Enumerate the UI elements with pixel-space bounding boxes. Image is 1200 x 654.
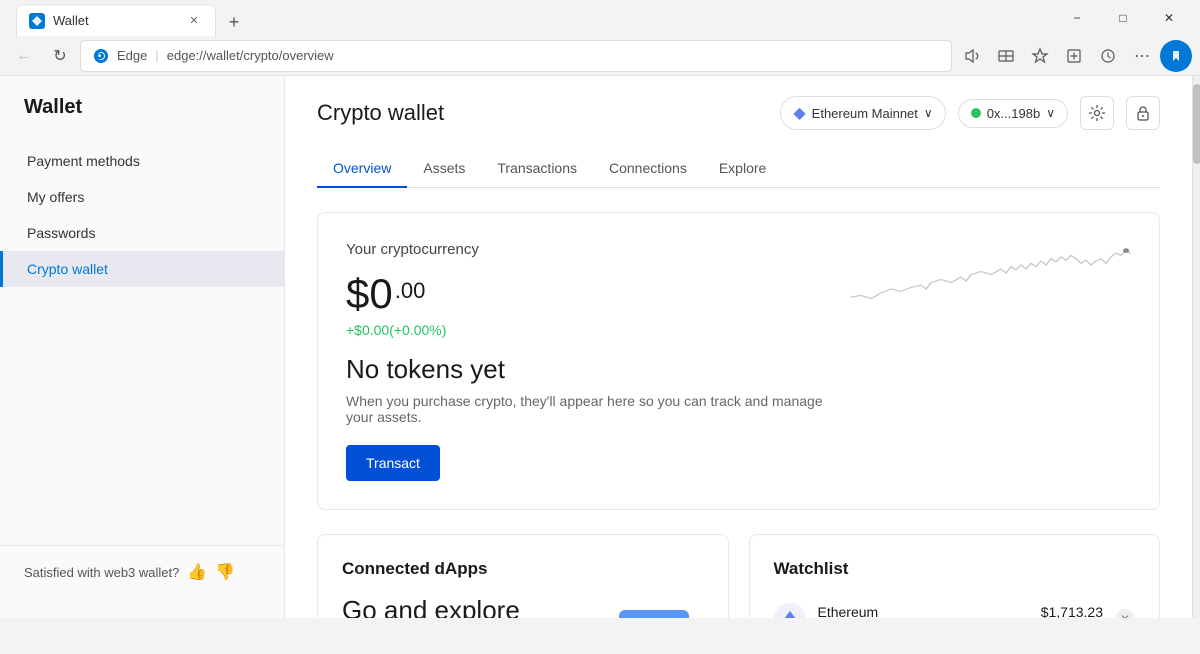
eth-remove-button[interactable]: ✕ [1115, 609, 1135, 618]
tab-title: Wallet [53, 13, 177, 28]
price-chart [851, 241, 1131, 341]
back-button[interactable]: ← [8, 40, 40, 72]
address-chevron-icon: ∨ [1046, 106, 1055, 120]
wallet-settings-button[interactable] [1080, 96, 1114, 130]
sidebar-item-my-offers[interactable]: My offers [0, 179, 284, 215]
wallet-header-right: ◆ Ethereum Mainnet ∨ 0x...198b ∨ [780, 96, 1160, 130]
browser-chrome: Wallet ✕ + − □ ✕ ← ↻ Edge | edge://walle… [0, 0, 1200, 76]
feedback-text: Satisfied with web3 wallet? 👍 👎 [24, 562, 260, 582]
wallet-address-label: 0x...198b [987, 106, 1041, 121]
watchlist-item-eth: Ethereum ETH $1,713.23 +2.98% ✕ [774, 595, 1136, 618]
no-tokens-description: When you purchase crypto, they'll appear… [346, 393, 831, 425]
network-chevron-icon: ∨ [924, 106, 933, 120]
network-label: Ethereum Mainnet [812, 106, 918, 121]
scrollbar-thumb[interactable] [1193, 84, 1200, 164]
sidebar-feedback: Satisfied with web3 wallet? 👍 👎 [0, 545, 284, 598]
new-tab-button[interactable]: + [220, 8, 248, 36]
read-aloud-icon[interactable] [956, 40, 988, 72]
content-area: Crypto wallet ◆ Ethereum Mainnet ∨ 0x...… [285, 76, 1192, 618]
refresh-button[interactable]: ↻ [44, 40, 76, 72]
eth-coin-icon [774, 603, 806, 618]
address-url: edge://wallet/crypto/overview [167, 48, 334, 63]
more-options-icon[interactable]: ⋯ [1126, 40, 1158, 72]
address-protocol: Edge [117, 48, 147, 63]
chart-svg [851, 241, 1131, 321]
maximize-button[interactable]: □ [1100, 0, 1146, 36]
browser-essentials-icon[interactable] [1092, 40, 1124, 72]
wallet-lock-button[interactable] [1126, 96, 1160, 130]
sidebar-item-label: Crypto wallet [27, 261, 108, 277]
tab-assets[interactable]: Assets [407, 150, 481, 188]
sidebar-item-label: My offers [27, 189, 84, 205]
immersive-reader-icon[interactable] [990, 40, 1022, 72]
window-controls: − □ ✕ [1054, 0, 1192, 36]
dapps-illustration-svg [614, 595, 704, 618]
title-bar: Wallet ✕ + − □ ✕ [0, 0, 1200, 36]
tab-explore[interactable]: Explore [703, 150, 782, 188]
sidebar-item-crypto-wallet[interactable]: Crypto wallet [0, 251, 284, 287]
collections-icon[interactable] [1058, 40, 1090, 72]
dapps-title: Go and explore [342, 595, 602, 618]
bing-chat-button[interactable] [1160, 40, 1192, 72]
no-tokens-heading: No tokens yet [346, 354, 831, 385]
address-input[interactable]: Edge | edge://wallet/crypto/overview [80, 40, 952, 72]
address-separator: | [155, 48, 158, 63]
minimize-button[interactable]: − [1054, 0, 1100, 36]
price-cents: .00 [395, 278, 426, 304]
dapps-heading: Connected dApps [342, 559, 704, 579]
tab-transactions[interactable]: Transactions [481, 150, 593, 188]
edge-logo-icon [93, 48, 109, 64]
tab-connections[interactable]: Connections [593, 150, 703, 188]
sidebar-nav: Payment methods My offers Passwords Cryp… [0, 143, 284, 545]
ethereum-icon [780, 609, 800, 618]
scrollbar[interactable] [1192, 76, 1200, 618]
watchlist-section: Watchlist Ethereum ETH [749, 534, 1161, 618]
content-inner: Crypto wallet ◆ Ethereum Mainnet ∨ 0x...… [285, 76, 1192, 618]
transact-button[interactable]: Transact [346, 445, 440, 481]
sidebar-item-passwords[interactable]: Passwords [0, 215, 284, 251]
favorites-icon[interactable] [1024, 40, 1056, 72]
wallet-header: Crypto wallet ◆ Ethereum Mainnet ∨ 0x...… [317, 96, 1160, 130]
network-selector[interactable]: ◆ Ethereum Mainnet ∨ [780, 96, 945, 130]
toolbar-icons: ⋯ [956, 40, 1192, 72]
lock-icon [1134, 104, 1152, 122]
thumbs-up-icon[interactable]: 👍 [187, 562, 207, 582]
tab-favicon-icon [29, 13, 45, 29]
crypto-overview-section: Your cryptocurrency $0 .00 +$0.00(+0.00%… [317, 212, 1160, 510]
eth-name: Ethereum [818, 604, 1029, 618]
tab-bar: Wallet ✕ + [8, 0, 1054, 36]
eth-diamond-icon: ◆ [793, 103, 805, 123]
price-whole: $0 [346, 270, 393, 318]
bottom-grid: Connected dApps Go and explore With your… [317, 534, 1160, 618]
eth-price-value: $1,713.23 [1041, 604, 1103, 618]
dapps-section: Connected dApps Go and explore With your… [317, 534, 729, 618]
address-selector[interactable]: 0x...198b ∨ [958, 99, 1068, 128]
sidebar-item-payment-methods[interactable]: Payment methods [0, 143, 284, 179]
eth-coin-info: Ethereum ETH [818, 604, 1029, 618]
close-button[interactable]: ✕ [1146, 0, 1192, 36]
gear-icon [1088, 104, 1106, 122]
tab-close-button[interactable]: ✕ [185, 12, 203, 30]
tab-overview[interactable]: Overview [317, 150, 407, 188]
watchlist-heading: Watchlist [774, 559, 1136, 579]
eth-price: $1,713.23 +2.98% [1041, 604, 1103, 618]
sidebar-item-label: Payment methods [27, 153, 140, 169]
thumbs-down-icon[interactable]: 👎 [215, 562, 235, 582]
sidebar-item-label: Passwords [27, 225, 95, 241]
sidebar: Wallet Payment methods My offers Passwor… [0, 76, 285, 618]
price-change: +$0.00(+0.00%) [346, 322, 831, 338]
address-bar: ← ↻ Edge | edge://wallet/crypto/overview [0, 36, 1200, 76]
browser-tab-wallet[interactable]: Wallet ✕ [16, 4, 216, 36]
page-title: Crypto wallet [317, 100, 444, 126]
nav-tabs: Overview Assets Transactions Connections… [317, 150, 1160, 188]
dapps-illustration [614, 595, 704, 618]
online-status-indicator [971, 108, 981, 118]
sidebar-title: Wallet [0, 96, 284, 143]
main-layout: Wallet Payment methods My offers Passwor… [0, 76, 1200, 618]
price-display: $0 .00 [346, 270, 831, 318]
cryptocurrency-subtitle: Your cryptocurrency [346, 241, 831, 258]
